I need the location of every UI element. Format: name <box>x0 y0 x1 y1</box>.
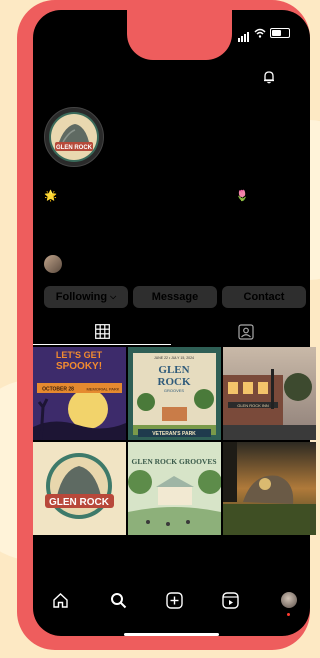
phone-screen <box>33 10 310 636</box>
post2-top: JUNE 22 • JULY 15, 2024 <box>154 356 194 360</box>
post2-title1: GLEN <box>158 364 189 376</box>
followed-by-prefix: Followed by <box>68 258 127 270</box>
post-thumbnail[interactable]: GLEN ROCK INN <box>223 347 316 440</box>
notification-dot <box>287 613 290 616</box>
bio-link[interactable]: Glenrockwonders.com <box>44 226 274 238</box>
contact-label: Contact <box>243 291 285 303</box>
follower-avatar <box>44 255 62 273</box>
active-tab-underline <box>33 344 171 345</box>
post1-date: OCTOBER 28 <box>42 387 74 393</box>
stat-posts[interactable]: 6 Posts <box>148 126 176 152</box>
post3-sign: GLEN ROCK INN <box>237 403 269 408</box>
create-post-icon[interactable] <box>166 592 183 609</box>
posts-label: Posts <box>148 140 176 152</box>
message-label: Message <box>151 291 199 303</box>
home-indicator <box>124 633 219 636</box>
reels-icon[interactable] <box>222 592 239 609</box>
bio-line-1: 🌟 Glen Rock's Official Seasonal Events 🌷 <box>44 190 249 202</box>
status-icons <box>238 24 290 42</box>
grid-tab-icon[interactable] <box>95 324 110 339</box>
more-options-icon[interactable]: ••• <box>289 73 305 87</box>
post2-title2: ROCK <box>158 376 191 388</box>
message-button[interactable]: Message <box>133 286 217 308</box>
stat-followers[interactable]: 2 Followers <box>198 126 245 152</box>
glen-rock-logo-post: GLEN ROCK <box>33 442 126 535</box>
bio-name: Glen Rock Wonders <box>44 178 144 190</box>
post1-title1: LET'S GET <box>56 350 103 360</box>
followers-label: Followers <box>198 140 246 152</box>
followed-by-user: kevin_silberer04 <box>129 258 216 270</box>
sunset-boulder-photo <box>223 442 316 535</box>
chevron-down-icon: ⌵ <box>110 292 117 301</box>
downtown-photo: GLEN ROCK INN <box>223 347 316 440</box>
glen-rock-logo: GLEN ROCK <box>49 112 99 162</box>
post5-title: GLEN ROCK GROOVES <box>131 457 216 466</box>
post2-sub: GROOVES <box>164 388 185 393</box>
post1-place: MEMORIAL PARK <box>87 387 120 392</box>
post-thumbnail[interactable]: GLEN ROCK <box>33 442 126 535</box>
notifications-bell-icon[interactable] <box>262 70 276 84</box>
profile-bio: Glen Rock Wonders 🌟 Glen Rock's Official… <box>44 178 274 238</box>
status-time: 12:10 <box>44 22 83 39</box>
phone-notch <box>127 10 232 60</box>
home-icon[interactable] <box>52 592 69 609</box>
battery-icon <box>270 28 290 38</box>
grooves-poster-art: JUNE 22 • JULY 15, 2024 GLEN ROCK GROOVE… <box>128 347 221 440</box>
contact-button[interactable]: Contact <box>222 286 306 308</box>
post-thumbnail[interactable]: LET'S GET SPOOKY! OCTOBER 28 MEMORIAL PA… <box>33 347 126 440</box>
bio-line-2: Celebrating our community all year round <box>44 202 237 214</box>
post1-title2: SPOOKY! <box>56 361 102 372</box>
spooky-poster-art: LET'S GET SPOOKY! OCTOBER 28 MEMORIAL PA… <box>33 347 126 440</box>
wifi-icon <box>254 28 266 38</box>
followers-count: 2 <box>218 126 225 140</box>
profile-avatar[interactable]: GLEN ROCK <box>44 107 104 167</box>
post2-place: VETERAN'S PARK <box>152 431 196 437</box>
following-label: Following <box>55 291 108 303</box>
signal-icon <box>238 24 250 42</box>
stat-following[interactable]: 2 Following <box>254 126 300 152</box>
avatar-logo-text: GLEN ROCK <box>56 145 93 151</box>
following-label: Following <box>254 140 301 152</box>
grooves-illustration: GLEN ROCK GROOVES <box>128 442 221 535</box>
tagged-tab-icon[interactable] <box>238 324 254 340</box>
followed-by[interactable]: Followed by kevin_silberer04 <box>44 255 216 273</box>
post-thumbnail[interactable]: GLEN ROCK GROOVES <box>128 442 221 535</box>
post-thumbnail[interactable]: JUNE 22 • JULY 15, 2024 GLEN ROCK GROOVE… <box>128 347 221 440</box>
profile-nav-avatar[interactable] <box>281 592 297 608</box>
search-icon[interactable] <box>110 592 127 609</box>
post-thumbnail[interactable] <box>223 442 316 535</box>
post4-logo: GLEN ROCK <box>49 497 110 508</box>
bio-line-3: Next Up: Open House & Lenape Day-May18 <box>44 214 252 226</box>
posts-count: 6 <box>158 126 166 140</box>
following-button[interactable]: Following ⌵ <box>44 286 128 308</box>
following-count: 2 <box>273 126 281 140</box>
